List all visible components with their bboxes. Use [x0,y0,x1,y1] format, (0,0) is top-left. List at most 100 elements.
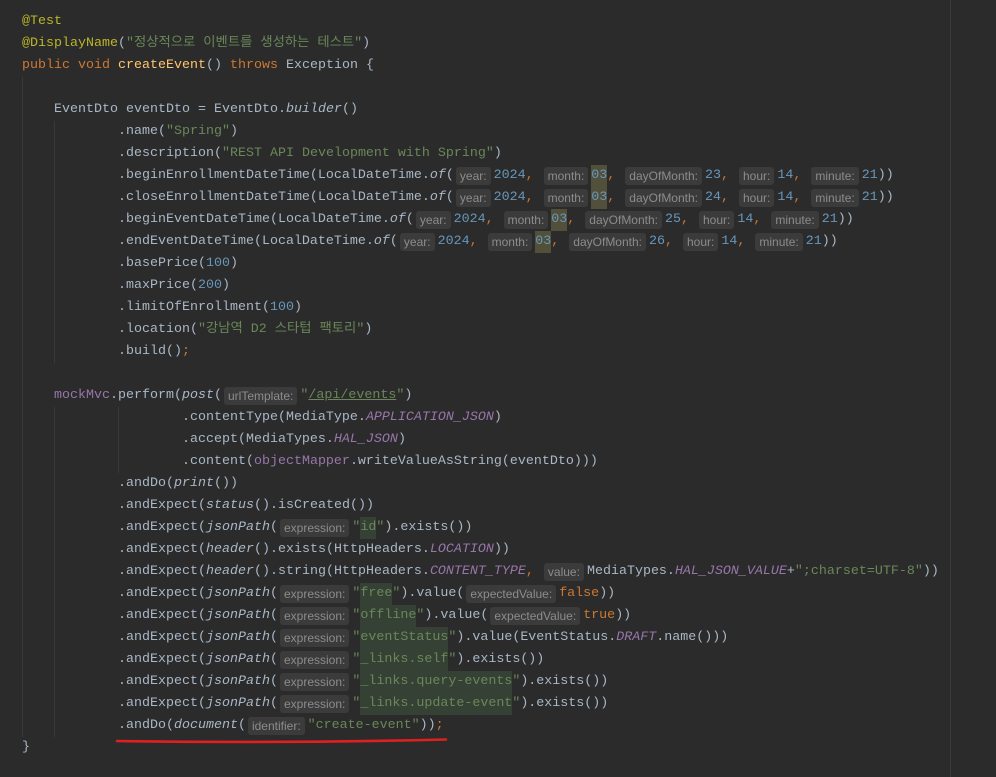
code-token: .contentType(MediaType. [22,410,366,425]
code-line[interactable]: .contentType(MediaType.APPLICATION_JSON) [22,407,996,429]
code-token: 03 [535,231,552,253]
code-line[interactable]: .andExpect(jsonPath(expression: "offline"… [22,605,996,627]
code-token: .andExpect( [22,520,206,535]
code-token: .andExpect( [22,564,206,579]
code-token: 100 [269,300,294,315]
code-token: 26 [649,234,665,249]
code-token: of [429,168,446,183]
code-token: post [181,388,214,403]
code-token: ";charset=UTF-8" [794,564,923,579]
code-line[interactable]: .endEventDateTime(LocalDateTime.of(year:… [22,231,996,253]
code-line[interactable]: .basePrice(100) [22,253,996,275]
parameter-hint: month: [503,211,549,229]
code-token: )) [821,234,838,249]
code-token: jsonPath [205,696,270,711]
code-token: ) [229,256,238,271]
code-line[interactable]: .description("REST API Development with … [22,143,996,165]
code-token: ).value(EventStatus. [456,630,617,645]
code-token: 14 [777,190,794,205]
code-token: ).value( [400,586,465,601]
code-token: public void [22,58,118,73]
code-token: ().string(HttpHeaders. [253,564,430,579]
parameter-hint: expectedValue: [466,585,557,603]
code-token: ( [269,520,278,535]
code-line[interactable]: @DisplayName("정상적으로 이벤트를 생성하는 테스트") [22,33,996,55]
code-token: .location( [22,322,198,337]
code-token: jsonPath [205,586,270,601]
parameter-hint: year: [399,233,435,251]
code-token: ).exists()) [520,674,609,689]
code-token: .content( [22,454,254,469]
code-line[interactable]: .name("Spring") [22,121,996,143]
code-token: , [485,212,502,227]
code-token: , [793,190,810,205]
code-token: ; [181,344,190,359]
code-token: , [793,168,810,183]
code-token: ) [362,36,371,51]
code-token: ).exists()) [384,520,473,535]
code-token: free [360,583,393,605]
parameter-hint: identifier: [247,717,305,735]
code-token: .limitOfEnrollment( [22,300,270,315]
code-line[interactable]: .andExpect(jsonPath(expression: "id").exi… [22,517,996,539]
code-token: .andExpect( [22,608,206,623]
code-token: ) [404,388,413,403]
code-line[interactable]: } [22,737,996,759]
code-token: .andExpect( [22,696,206,711]
code-line[interactable]: .andExpect(jsonPath(expression: "free").v… [22,583,996,605]
code-token: .andExpect( [22,652,206,667]
code-token: 100 [205,256,230,271]
code-token: )) [493,542,510,557]
code-token: document [173,718,238,733]
code-line[interactable]: .andDo(document(identifier: "create-event… [22,715,996,737]
code-token: createEvent [117,58,206,73]
code-line[interactable]: @Test [22,11,996,33]
code-token: () [341,102,358,117]
code-token: , [607,168,624,183]
code-area[interactable]: @Test @DisplayName("정상적으로 이벤트를 생성하는 테스트")… [22,11,996,759]
code-token: "Spring" [165,124,230,139]
code-token: ( [405,212,414,227]
code-line[interactable]: .beginEnrollmentDateTime(LocalDateTime.o… [22,165,996,187]
code-token: , [525,564,542,579]
code-token: 2024 [437,234,470,249]
code-line[interactable]: .build(); [22,341,996,363]
code-line[interactable]: .beginEventDateTime(LocalDateTime.of(yea… [22,209,996,231]
code-line[interactable]: .andExpect(jsonPath(expression: "eventSta… [22,627,996,649]
code-token: ; [435,718,444,733]
code-token: ) [493,410,502,425]
code-line[interactable]: mockMvc.perform(post(urlTemplate: "/api/e… [22,385,996,407]
code-line[interactable]: .andDo(print()) [22,473,996,495]
code-line[interactable] [22,363,996,385]
code-token: 24 [705,190,721,205]
code-line[interactable]: .andExpect(jsonPath(expression: "_links.q… [22,671,996,693]
code-editor[interactable]: @Test @DisplayName("정상적으로 이벤트를 생성하는 테스트")… [0,0,996,777]
code-token: ().isCreated()) [253,498,374,513]
code-line[interactable]: .limitOfEnrollment(100) [22,297,996,319]
code-token: .andExpect( [22,542,206,557]
code-token: ( [117,36,126,51]
code-line[interactable]: public void createEvent() throws Excepti… [22,55,996,77]
code-token: builder [285,102,342,117]
code-line[interactable]: EventDto eventDto = EventDto.builder() [22,99,996,121]
code-token: header [205,564,254,579]
code-token: throws [229,58,286,73]
code-line[interactable]: .andExpect(jsonPath(expression: "_links.s… [22,649,996,671]
code-token: ( [389,234,398,249]
code-token: .writeValueAsString(eventDto))) [349,454,598,469]
code-token: , [607,190,624,205]
code-line[interactable]: .andExpect(status().isCreated()) [22,495,996,517]
code-line[interactable]: .maxPrice(200) [22,275,996,297]
code-token: 14 [777,168,794,183]
code-line[interactable] [22,77,996,99]
code-line[interactable]: .closeEnrollmentDateTime(LocalDateTime.o… [22,187,996,209]
parameter-hint: minute: [811,189,859,207]
code-line[interactable]: .andExpect(header().exists(HttpHeaders.L… [22,539,996,561]
parameter-hint: expression: [279,673,350,691]
code-line[interactable]: .accept(MediaTypes.HAL_JSON) [22,429,996,451]
code-line[interactable]: .andExpect(header().string(HttpHeaders.C… [22,561,996,583]
code-token: 23 [705,168,721,183]
code-line[interactable]: .location("강남역 D2 스타텁 팩토리") [22,319,996,341]
code-line[interactable]: .content(objectMapper.writeValueAsString… [22,451,996,473]
code-line[interactable]: .andExpect(jsonPath(expression: "_links.u… [22,693,996,715]
